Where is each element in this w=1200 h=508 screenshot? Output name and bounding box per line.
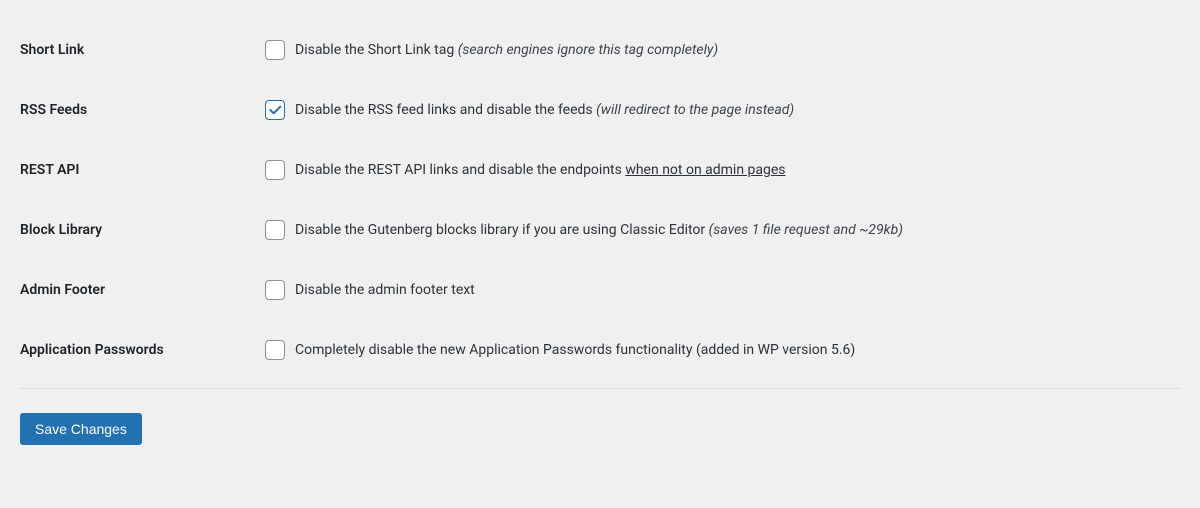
checkbox-label-admin-footer[interactable]: Disable the admin footer text xyxy=(265,280,1170,300)
settings-row-application-passwords: Application Passwords Completely disable… xyxy=(20,320,1180,380)
setting-description: Completely disable the new Application P… xyxy=(295,342,855,358)
settings-row-rss-feeds: RSS Feeds Disable the RSS feed links and… xyxy=(20,80,1180,140)
setting-label-short-link: Short Link xyxy=(20,20,265,80)
checkbox-label-rest-api[interactable]: Disable the REST API links and disable t… xyxy=(265,160,1170,180)
divider xyxy=(20,388,1180,389)
settings-row-admin-footer: Admin Footer Disable the admin footer te… xyxy=(20,260,1180,320)
checkbox-block-library[interactable] xyxy=(265,220,285,240)
checkbox-short-link[interactable] xyxy=(265,40,285,60)
setting-description: Disable the admin footer text xyxy=(295,282,475,298)
save-button[interactable]: Save Changes xyxy=(20,413,142,445)
check-icon xyxy=(267,102,283,118)
setting-label-rss-feeds: RSS Feeds xyxy=(20,80,265,140)
checkbox-label-rss-feeds[interactable]: Disable the RSS feed links and disable t… xyxy=(265,100,1170,120)
setting-description: Disable the RSS feed links and disable t… xyxy=(295,102,794,118)
settings-table: Short Link Disable the Short Link tag (s… xyxy=(20,20,1180,380)
checkbox-rest-api[interactable] xyxy=(265,160,285,180)
setting-label-rest-api: REST API xyxy=(20,140,265,200)
setting-label-admin-footer: Admin Footer xyxy=(20,260,265,320)
checkbox-rss-feeds[interactable] xyxy=(265,100,285,120)
setting-description: Disable the Short Link tag (search engin… xyxy=(295,42,718,58)
checkbox-label-application-passwords[interactable]: Completely disable the new Application P… xyxy=(265,340,1170,360)
setting-description: Disable the Gutenberg blocks library if … xyxy=(295,222,903,238)
checkbox-label-block-library[interactable]: Disable the Gutenberg blocks library if … xyxy=(265,220,1170,240)
setting-label-block-library: Block Library xyxy=(20,200,265,260)
setting-description: Disable the REST API links and disable t… xyxy=(295,162,786,178)
settings-row-short-link: Short Link Disable the Short Link tag (s… xyxy=(20,20,1180,80)
checkbox-admin-footer[interactable] xyxy=(265,280,285,300)
checkbox-label-short-link[interactable]: Disable the Short Link tag (search engin… xyxy=(265,40,1170,60)
settings-row-block-library: Block Library Disable the Gutenberg bloc… xyxy=(20,200,1180,260)
setting-label-application-passwords: Application Passwords xyxy=(20,320,265,380)
checkbox-application-passwords[interactable] xyxy=(265,340,285,360)
settings-row-rest-api: REST API Disable the REST API links and … xyxy=(20,140,1180,200)
